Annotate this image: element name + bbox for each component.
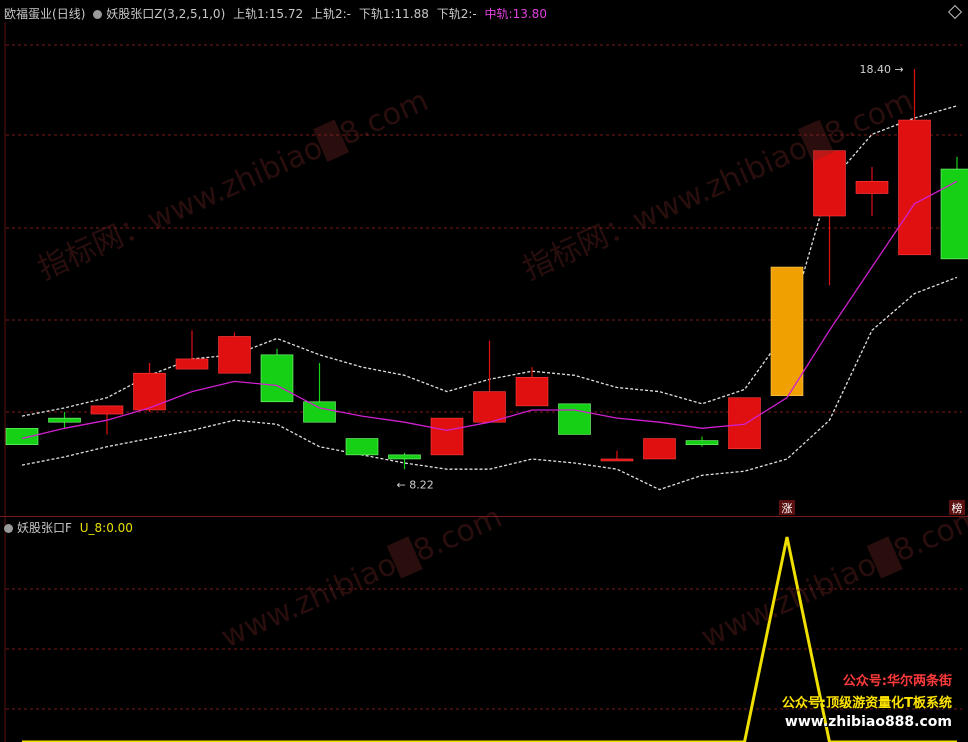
- sub-value: 0.00: [106, 521, 133, 535]
- price-chart[interactable]: 18.40 → ← 8.22 涨 榜: [0, 0, 968, 516]
- indicator-name: 妖股张口Z: [106, 7, 163, 21]
- candle-body: [133, 372, 166, 411]
- sub-value-label: U_8:: [79, 521, 107, 535]
- candle-body: [48, 417, 81, 423]
- price-chart-panel[interactable]: 18.40 → ← 8.22 涨 榜 欧福蛋业(日线) 妖股张口Z(3,2,5,1,0…: [0, 0, 968, 516]
- candle-body: [515, 376, 549, 407]
- candle-body: [898, 119, 931, 256]
- upper2-label: 上轨2:: [310, 7, 347, 21]
- marker-bang: 榜: [952, 501, 963, 515]
- brand-line-1: 公众号:华尔两条街: [842, 674, 952, 689]
- period-label: (日线): [52, 7, 86, 21]
- candle-body: [345, 438, 379, 456]
- sub-indicator-toggle-icon[interactable]: [4, 524, 13, 533]
- high-price-label: 18.40 →: [860, 63, 904, 76]
- candle-body: [175, 358, 209, 370]
- candle-body: [770, 266, 804, 396]
- upper2-value: -: [346, 7, 351, 21]
- candle-body: [5, 428, 39, 445]
- candle-body: [558, 403, 591, 435]
- lower1-value: 11.88: [394, 7, 429, 21]
- candle-body: [218, 336, 251, 374]
- stock-name: 欧福蛋业: [4, 7, 53, 21]
- candle-body: [473, 391, 506, 423]
- candle-body: [600, 458, 634, 462]
- mid-label: 中轨:: [484, 7, 513, 21]
- lower1-label: 下轨1:: [358, 7, 395, 21]
- mid-value: 13.80: [512, 7, 547, 21]
- candle-body: [685, 440, 719, 445]
- candle-body: [643, 438, 676, 460]
- indicator-params: (3,2,5,1,0): [162, 7, 226, 21]
- brand-line-2: 公众号:顶级游资量化T板系统: [781, 696, 952, 711]
- candle-body: [388, 454, 421, 460]
- candle-body: [855, 180, 889, 194]
- lower2-label: 下轨2:: [436, 7, 473, 21]
- candle-body: [303, 401, 336, 423]
- candle-body: [813, 150, 846, 217]
- upper1-label: 上轨1:: [233, 7, 269, 21]
- brand-line-3: www.zhibiao888.com: [784, 714, 952, 730]
- candle-body: [430, 417, 464, 456]
- signal-line: [22, 536, 957, 742]
- upper1-value: 15.72: [268, 7, 304, 21]
- candle-body: [260, 354, 294, 403]
- sub-indicator-name: 妖股张口F: [17, 521, 72, 535]
- sub-header: 妖股张口F U_8:0.00: [4, 519, 137, 536]
- candle-body: [728, 397, 761, 450]
- marker-zhang: 涨: [782, 502, 793, 515]
- lower2-value: -: [472, 7, 477, 21]
- candle-body: [90, 405, 124, 415]
- low-price-label: ← 8.22: [397, 479, 434, 492]
- chart-header: 欧福蛋业(日线) 妖股张口Z(3,2,5,1,0) 上轨1:15.72 上轨2:…: [4, 5, 551, 22]
- indicator-toggle-icon[interactable]: [93, 10, 103, 19]
